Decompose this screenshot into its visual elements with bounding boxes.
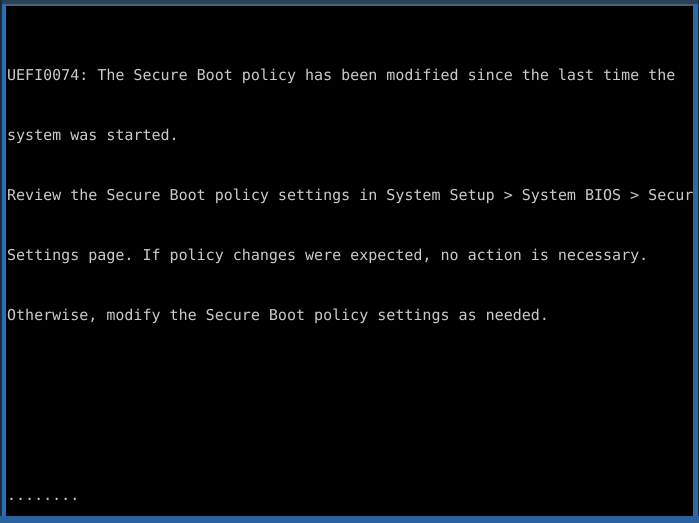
boot-message-line-1: UEFI0074: The Secure Boot policy has bee… [7, 66, 676, 84]
boot-message-line-4: Settings page. If policy changes were ex… [7, 246, 649, 264]
boot-message-blank-line-1 [7, 365, 693, 385]
window-border-bottom [0, 516, 699, 523]
boot-message-line-2: system was started. [7, 126, 179, 144]
uefi-boot-screen: UEFI0074: The Secure Boot policy has bee… [0, 0, 699, 523]
boot-message-blank-line-2 [7, 425, 693, 445]
boot-message-line-5: Otherwise, modify the Secure Boot policy… [7, 306, 549, 324]
console-area: UEFI0074: The Secure Boot policy has bee… [6, 6, 693, 516]
boot-message-block: UEFI0074: The Secure Boot policy has bee… [7, 25, 693, 516]
boot-progress-dots: ........ [7, 486, 80, 504]
boot-message-line-3: Review the Secure Boot policy settings i… [7, 186, 693, 204]
